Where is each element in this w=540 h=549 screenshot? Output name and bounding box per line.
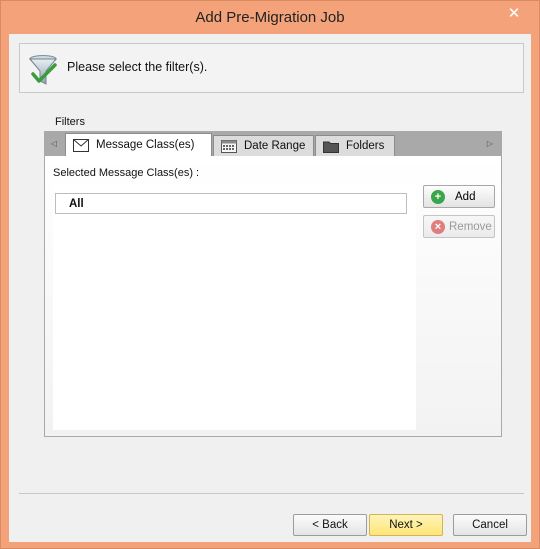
- remove-button[interactable]: × Remove: [423, 215, 495, 238]
- tab-scroll-right-button[interactable]: ▷: [483, 136, 497, 150]
- tab-strip: ◁ Message Class(es) Date Range Folders ▷: [45, 132, 501, 156]
- add-button-label: Add: [455, 190, 476, 203]
- tab-folders[interactable]: Folders: [315, 135, 395, 156]
- filter-funnel-check-icon: [29, 55, 58, 85]
- filters-label: Filters: [55, 116, 85, 128]
- message-class-list[interactable]: All: [53, 184, 416, 430]
- calendar-icon: [221, 139, 237, 153]
- triangle-right-icon: ▷: [486, 138, 494, 148]
- footer-separator: [19, 493, 524, 494]
- dialog-window: Add Pre-Migration Job ✕ Please select th…: [0, 0, 540, 549]
- back-button[interactable]: < Back: [293, 514, 367, 536]
- next-button[interactable]: Next >: [369, 514, 443, 536]
- dialog-client-area: Please select the filter(s). Filters ◁ M…: [9, 34, 531, 542]
- title-bar[interactable]: Add Pre-Migration Job ✕: [1, 1, 539, 34]
- header-instruction: Please select the filter(s).: [67, 60, 208, 74]
- triangle-left-icon: ◁: [50, 138, 58, 148]
- list-item[interactable]: All: [55, 193, 407, 214]
- plus-circle-icon: +: [431, 189, 445, 204]
- message-classes-panel: Selected Message Class(es) : All + Add ×…: [45, 156, 501, 436]
- filters-tab-control: ◁ Message Class(es) Date Range Folders ▷…: [44, 131, 502, 437]
- folder-icon: [323, 140, 339, 153]
- tab-label: Date Range: [244, 140, 306, 152]
- remove-button-label: Remove: [449, 220, 492, 233]
- selected-message-classes-label: Selected Message Class(es) :: [53, 167, 200, 179]
- close-icon: ✕: [507, 5, 521, 22]
- tab-label: Message Class(es): [96, 139, 195, 151]
- tab-scroll-left-button[interactable]: ◁: [47, 136, 61, 150]
- tab-label: Folders: [346, 140, 385, 152]
- add-button[interactable]: + Add: [423, 185, 495, 208]
- header-panel: Please select the filter(s).: [19, 43, 524, 93]
- cancel-button[interactable]: Cancel: [453, 514, 527, 536]
- envelope-icon: [73, 138, 89, 152]
- tab-message-classes[interactable]: Message Class(es): [65, 133, 212, 156]
- window-title: Add Pre-Migration Job: [195, 9, 345, 26]
- tab-date-range[interactable]: Date Range: [213, 135, 314, 156]
- remove-circle-icon: ×: [431, 219, 445, 234]
- close-button[interactable]: ✕: [499, 2, 529, 24]
